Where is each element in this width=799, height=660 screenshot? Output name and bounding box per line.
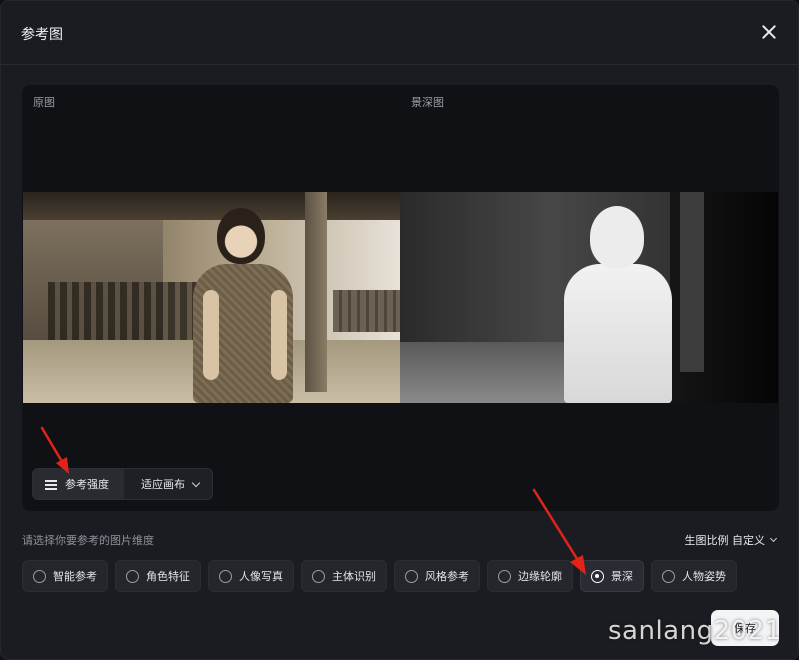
option-portrait[interactable]: 人像写真	[208, 560, 294, 592]
option-character-features[interactable]: 角色特征	[115, 560, 201, 592]
chevron-down-icon	[191, 478, 201, 487]
reference-strength-button[interactable]: 参考强度	[33, 469, 124, 499]
original-image	[23, 192, 400, 403]
option-label: 智能参考	[53, 570, 97, 583]
dimension-prompt: 请选择你要参考的图片维度	[22, 534, 154, 547]
depth-image-label: 景深图	[411, 96, 444, 109]
reference-controls: 参考强度 适应画布	[32, 468, 213, 500]
option-label: 人物姿势	[682, 570, 726, 583]
reference-strength-label: 参考强度	[65, 478, 109, 491]
radio-icon	[312, 569, 325, 583]
depth-map-image	[400, 192, 778, 403]
aspect-ratio-label: 生图比例 自定义	[684, 534, 766, 547]
reference-dimension-options: 智能参考 角色特征 人像写真 主体识别 风格参考 边缘轮廓 景深 人物姿势	[22, 560, 744, 592]
radio-icon	[662, 569, 675, 583]
watermark-text: sanlang2021	[608, 616, 782, 646]
option-pose[interactable]: 人物姿势	[651, 560, 737, 592]
radio-icon	[126, 569, 139, 583]
aspect-ratio-dropdown[interactable]: 生图比例 自定义	[684, 532, 778, 548]
dialog-title: 参考图	[21, 27, 63, 43]
option-style-reference[interactable]: 风格参考	[394, 560, 480, 592]
radio-selected-icon	[591, 569, 604, 583]
option-label: 角色特征	[146, 570, 190, 583]
option-depth[interactable]: 景深	[580, 560, 644, 592]
dialog-header: 参考图	[1, 1, 798, 65]
original-image-label: 原图	[33, 96, 55, 109]
chevron-down-icon	[769, 534, 778, 543]
radio-icon	[498, 569, 511, 583]
radio-icon	[33, 569, 46, 583]
option-label: 景深	[611, 570, 633, 583]
preview-panel: 原图 景深图 参考强度 适应画布	[22, 85, 779, 511]
radio-icon	[405, 569, 418, 583]
sliders-icon	[45, 479, 57, 490]
option-label: 人像写真	[239, 570, 283, 583]
option-edge-contour[interactable]: 边缘轮廓	[487, 560, 573, 592]
reference-image-dialog: 参考图 原图 景深图 参考强度 适应画布 请选择你要参考的图片维度 生图比例 自…	[0, 0, 799, 660]
option-label: 风格参考	[425, 570, 469, 583]
fit-canvas-label: 适应画布	[141, 478, 185, 491]
option-smart-reference[interactable]: 智能参考	[22, 560, 108, 592]
fit-canvas-dropdown[interactable]: 适应画布	[124, 469, 212, 499]
option-label: 主体识别	[332, 570, 376, 583]
radio-icon	[219, 569, 232, 583]
option-subject-recognition[interactable]: 主体识别	[301, 560, 387, 592]
option-label: 边缘轮廓	[518, 570, 562, 583]
close-icon[interactable]	[760, 23, 778, 41]
